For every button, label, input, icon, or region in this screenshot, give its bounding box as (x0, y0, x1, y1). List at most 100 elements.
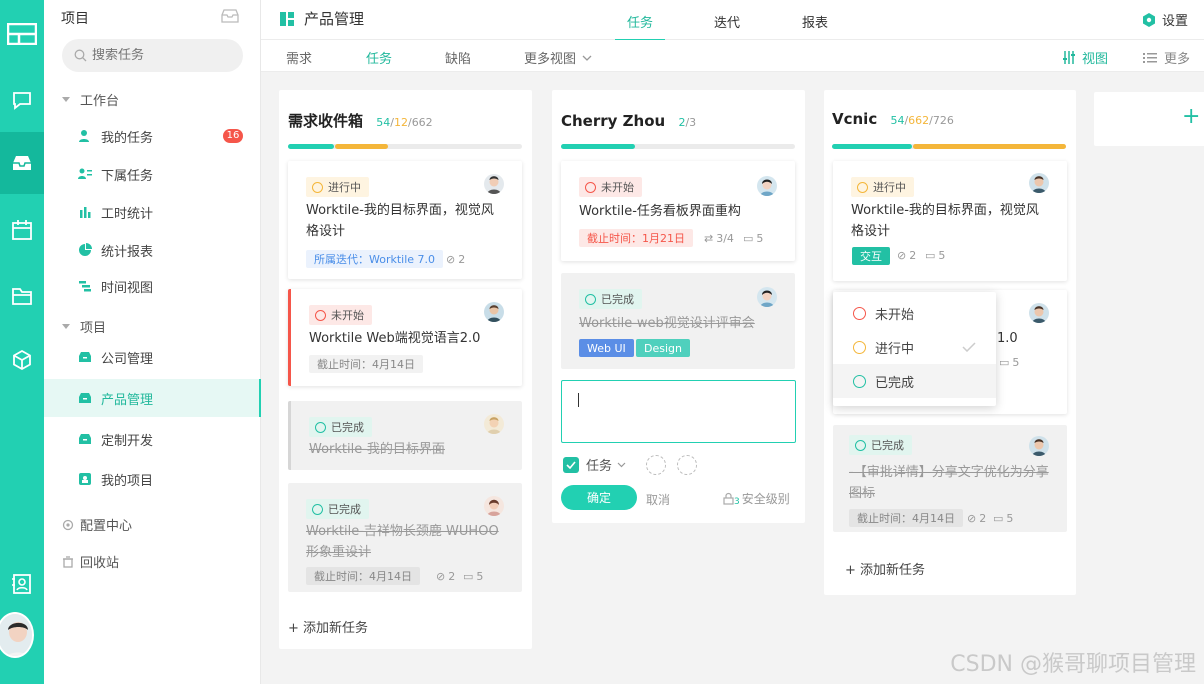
task-card[interactable]: 未开始 Worktile-任务看板界面重构 截止时间：1月21日 ⇄ 3/4 ▭ 5 (561, 161, 795, 261)
tab-tasks[interactable]: 任务 (614, 12, 666, 41)
status-option-not-started[interactable]: 未开始 (833, 296, 996, 330)
status-badge[interactable]: 已完成 (309, 417, 372, 437)
chat-icon[interactable] (0, 78, 44, 122)
not-started-icon (315, 309, 326, 321)
config-label: 配置中心 (80, 519, 133, 534)
assignee-avatar[interactable] (484, 496, 504, 516)
subtab-requirements[interactable]: 需求 (286, 48, 312, 67)
task-card[interactable]: 进行中 Worktile-我的目标界面，视觉风 格设计 交互 ⊘ 2 ▭ 5 (833, 161, 1067, 281)
timeline-icon (79, 281, 91, 292)
confirm-button[interactable]: 确定 (561, 485, 637, 510)
comment-value: 5 (756, 232, 764, 245)
status-label: 未开始 (601, 181, 634, 194)
status-badge[interactable]: 未开始 (309, 305, 372, 325)
assignee-avatar[interactable] (1029, 173, 1049, 193)
task-title: Worktile-我的目标界面 (309, 442, 445, 457)
assignee-avatar[interactable] (757, 176, 777, 196)
sidebar-config[interactable]: 配置中心 (62, 515, 132, 534)
folder-icon[interactable] (0, 274, 44, 318)
search-input[interactable] (92, 48, 232, 63)
archive-icon[interactable] (221, 8, 239, 28)
add-column-icon[interactable]: + (1182, 104, 1200, 129)
sidebar-trash[interactable]: 回收站 (62, 552, 119, 571)
status-option-done[interactable]: 已完成 (833, 364, 996, 398)
status-badge[interactable]: 进行中 (306, 177, 369, 197)
task-card[interactable]: 未开始 Worktile Web端视觉语言2.0 截止时间：4月14日 (288, 289, 522, 386)
label-tag[interactable]: 交互 (852, 247, 890, 265)
task-card[interactable]: 已完成 -【审批详情】分享文字优化为分享 图标 截止时间：4月14日 ⊘ 2 ▭ 5 (833, 425, 1067, 532)
sidebar-item-timeline[interactable]: 时间视图 (44, 267, 261, 305)
subtab-more-views[interactable]: 更多视图 (524, 48, 592, 67)
cancel-button[interactable]: 取消 (646, 491, 670, 508)
count-progress: 12 (393, 116, 408, 129)
due-date-icon[interactable] (677, 455, 697, 475)
assignee-avatar[interactable] (484, 174, 504, 194)
add-task-button[interactable]: + 添加新任务 (288, 617, 368, 636)
group-label: 项目 (80, 321, 107, 336)
label-tag[interactable]: Design (636, 339, 690, 357)
sidebar-item-custom-dev[interactable]: 定制开发 (44, 420, 261, 458)
assignee-avatar[interactable] (484, 414, 504, 434)
group-projects[interactable]: 项目 (62, 317, 106, 336)
comment-icon: ▭ (993, 512, 1004, 525)
task-card[interactable]: 已完成 Worktile-我的目标界面 (288, 401, 522, 470)
inbox-icon[interactable] (0, 132, 44, 194)
assignee-avatar[interactable] (1029, 436, 1049, 456)
status-badge[interactable]: 已完成 (579, 289, 642, 309)
add-task-button[interactable]: + 添加新任务 (845, 559, 925, 578)
calendar-icon[interactable] (0, 208, 44, 252)
project-box-icon (79, 393, 91, 403)
task-type-icon (563, 456, 579, 473)
deadline-tag: 截止时间：4月14日 (306, 567, 420, 585)
sidebar-item-reports[interactable]: 统计报表 (44, 231, 261, 269)
new-task-input[interactable] (561, 380, 796, 443)
checkmark-icon (962, 342, 976, 352)
iteration-tag[interactable]: 所属迭代：Worktile 7.0 (306, 250, 444, 268)
count-progress: 662 (908, 114, 930, 127)
chevron-down-icon (617, 462, 626, 467)
cube-icon[interactable] (0, 338, 44, 382)
sidebar-item-label: 工时统计 (101, 206, 154, 222)
settings-button[interactable]: 设置 (1142, 10, 1188, 29)
status-option-in-progress[interactable]: 进行中 (833, 330, 996, 364)
tab-reports[interactable]: 报表 (802, 12, 828, 31)
status-badge[interactable]: 已完成 (306, 499, 369, 519)
task-card[interactable]: 进行中 Worktile-我的目标界面，视觉风 格设计 所属迭代：Worktil… (288, 161, 522, 279)
group-workspace[interactable]: 工作台 (62, 90, 119, 109)
sidebar-item-product[interactable]: 产品管理 (44, 379, 261, 417)
more-button[interactable]: 更多 (1143, 48, 1190, 67)
tab-iterations[interactable]: 迭代 (714, 12, 740, 31)
assignee-avatar[interactable] (1029, 303, 1049, 323)
assignee-avatar[interactable] (757, 287, 777, 307)
task-card[interactable]: 已完成 Worktile-web视觉设计评审会 Web UI Design (561, 273, 795, 369)
assign-user-icon[interactable] (646, 455, 666, 475)
sidebar-item-my-tasks[interactable]: 我的任务 16 (44, 117, 261, 155)
task-card[interactable]: 已完成 Worktile-吉祥物长颈鹿 WUHOO 形象重设计 截止时间：4月1… (288, 483, 522, 592)
task-title: -【审批详情】分享文字优化为分享 (849, 465, 1049, 480)
security-level-button[interactable]: 3 安全级别 (723, 490, 790, 507)
sidebar-item-label: 我的项目 (101, 473, 154, 489)
status-badge[interactable]: 进行中 (851, 177, 914, 197)
assignee-avatar[interactable] (484, 302, 504, 322)
sidebar-item-company[interactable]: 公司管理 (44, 338, 261, 376)
status-badge[interactable]: 已完成 (849, 435, 912, 455)
column-count: 54/12/662 (376, 116, 433, 129)
sidebar-item-work-hours[interactable]: 工时统计 (44, 193, 261, 231)
sidebar-item-subordinate-tasks[interactable]: 下属任务 (44, 155, 261, 193)
label-tag[interactable]: Web UI (579, 339, 634, 357)
user-check-icon (79, 130, 89, 142)
sidebar-item-my-projects[interactable]: 我的项目 (44, 460, 261, 498)
status-option-label: 未开始 (875, 307, 915, 323)
search-box[interactable] (62, 39, 243, 72)
view-button[interactable]: 视图 (1062, 48, 1108, 67)
sidebar-item-label: 我的任务 (101, 130, 154, 146)
subtab-bugs[interactable]: 缺陷 (445, 48, 471, 67)
add-column[interactable]: + (1094, 92, 1204, 146)
subtab-tasks[interactable]: 任务 (366, 48, 392, 67)
user-avatar[interactable] (0, 612, 34, 658)
contacts-icon[interactable] (0, 562, 44, 606)
status-badge[interactable]: 未开始 (579, 177, 642, 197)
status-option-label: 进行中 (875, 341, 915, 357)
task-type-select[interactable]: 任务 (563, 455, 626, 474)
logo-icon[interactable] (0, 12, 44, 56)
